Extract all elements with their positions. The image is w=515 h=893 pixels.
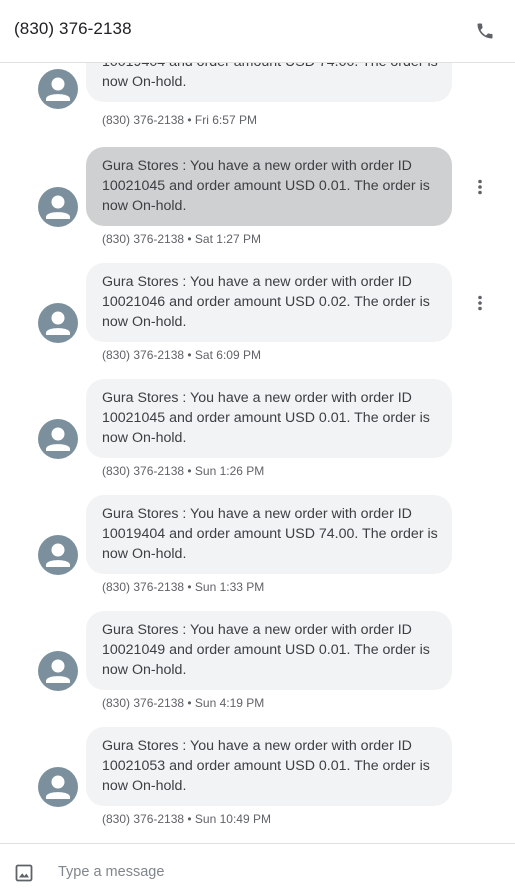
message-bubble[interactable]: Gura Stores : You have a new order with … [86,611,452,690]
message-bubble[interactable]: 10019404 and order amount USD 74.00. The… [86,63,452,102]
message-bubble[interactable]: Gura Stores : You have a new order with … [86,379,452,458]
message-meta: (830) 376-2138 • Sun 1:33 PM [102,580,265,594]
message-input[interactable] [50,858,506,886]
person-icon [46,427,70,451]
message-meta: (830) 376-2138 • Fri 6:57 PM [102,113,257,127]
contact-avatar [38,69,78,109]
person-icon [46,311,70,335]
message-bubble[interactable]: Gura Stores : You have a new order with … [86,263,452,342]
message-bubble[interactable]: Gura Stores : You have a new order with … [86,495,452,574]
person-icon [46,775,70,799]
person-icon [46,543,70,567]
conversation-header: (830) 376-2138 [0,0,515,63]
more-vertical-icon [478,295,482,311]
message-meta: (830) 376-2138 • Sun 1:26 PM [102,464,265,478]
message-meta: (830) 376-2138 • Sun 4:19 PM [102,696,265,710]
attach-image-button[interactable] [15,864,33,882]
phone-icon [477,23,493,39]
contact-avatar [38,535,78,575]
message-bubble[interactable]: Gura Stores : You have a new order with … [86,727,452,806]
message-thread[interactable]: 10019404 and order amount USD 74.00. The… [0,63,515,843]
message-options-button[interactable] [470,291,490,315]
contact-avatar [38,419,78,459]
contact-avatar [38,187,78,227]
person-icon [46,659,70,683]
message-options-button[interactable] [470,175,490,199]
message-meta: (830) 376-2138 • Sat 6:09 PM [102,348,261,362]
more-vertical-icon [478,179,482,195]
message-composer [0,843,515,893]
contact-title: (830) 376-2138 [14,19,132,38]
message-meta: (830) 376-2138 • Sat 1:27 PM [102,232,261,246]
person-icon [46,195,70,219]
contact-avatar [38,767,78,807]
message-meta: (830) 376-2138 • Sun 10:49 PM [102,812,271,826]
person-icon [46,77,70,101]
messages-app: (830) 376-2138 10019404 and order amount… [0,0,515,893]
contact-avatar [38,651,78,691]
message-bubble[interactable]: Gura Stores : You have a new order with … [86,147,452,226]
call-button[interactable] [472,18,498,44]
contact-avatar [38,303,78,343]
image-icon [15,864,33,882]
